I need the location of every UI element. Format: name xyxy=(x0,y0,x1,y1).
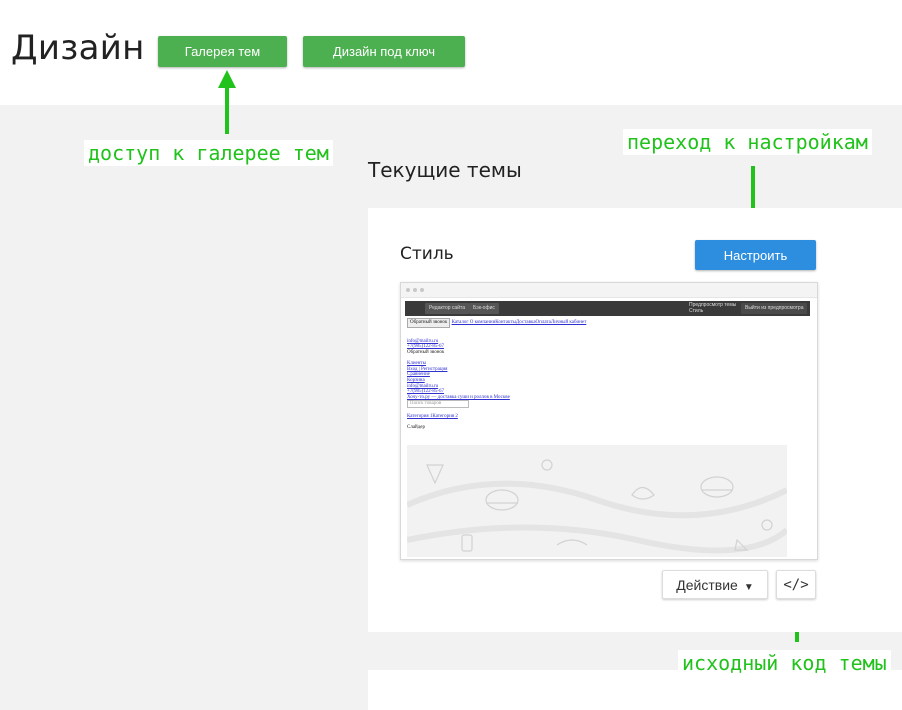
arrow-up-icon xyxy=(218,70,236,134)
preview-window-chrome xyxy=(401,283,817,298)
preview-backoffice-button: Бэк-офис xyxy=(469,303,499,314)
preview-search: Поиск товаров xyxy=(407,400,469,409)
configure-button[interactable]: Настроить xyxy=(695,240,816,270)
window-dot-icon xyxy=(413,288,417,292)
preview-subtitle: Стиль xyxy=(689,308,704,314)
preview-exit-button: Выйти из предпросмотра xyxy=(741,303,808,314)
preview-callback-button: Обратный звонок xyxy=(407,318,451,328)
preview-editor-button: Редактор сайта xyxy=(425,303,470,314)
annotation-source-code: исходный код темы xyxy=(678,650,891,676)
source-code-button[interactable]: </> xyxy=(776,570,816,599)
preview-slider-image xyxy=(407,445,787,557)
theme-gallery-button[interactable]: Галерея тем xyxy=(158,36,287,67)
current-theme-card: Стиль Настроить Редактор сайта Бэк-офис … xyxy=(368,208,902,632)
theme-name: Стиль xyxy=(400,244,454,264)
preview-toolbar: Редактор сайта Бэк-офис Предпросмотр тем… xyxy=(405,301,810,316)
window-dot-icon xyxy=(406,288,410,292)
preview-line: Слайдер xyxy=(407,425,425,431)
action-dropdown-button[interactable]: Действие ▼ xyxy=(662,570,768,599)
preview-nav: Каталог О компанииКонтактыДоставкаОплата… xyxy=(451,320,587,325)
page-title: Дизайн xyxy=(11,28,145,68)
theme-preview[interactable]: Редактор сайта Бэк-офис Предпросмотр тем… xyxy=(400,282,818,560)
annotation-gallery: доступ к галерее тем xyxy=(84,140,333,166)
top-header: Дизайн Галерея тем Дизайн под ключ xyxy=(0,0,902,105)
window-dot-icon xyxy=(420,288,424,292)
section-title: Текущие темы xyxy=(368,158,522,182)
turnkey-design-button[interactable]: Дизайн под ключ xyxy=(303,36,465,67)
next-theme-card xyxy=(368,670,902,710)
action-button-label: Действие xyxy=(676,576,738,593)
annotation-settings: переход к настройкам xyxy=(623,129,872,155)
chevron-down-icon: ▼ xyxy=(743,581,754,593)
preview-page-content: Обратный звонок Каталог О компанииКонтак… xyxy=(407,318,586,431)
